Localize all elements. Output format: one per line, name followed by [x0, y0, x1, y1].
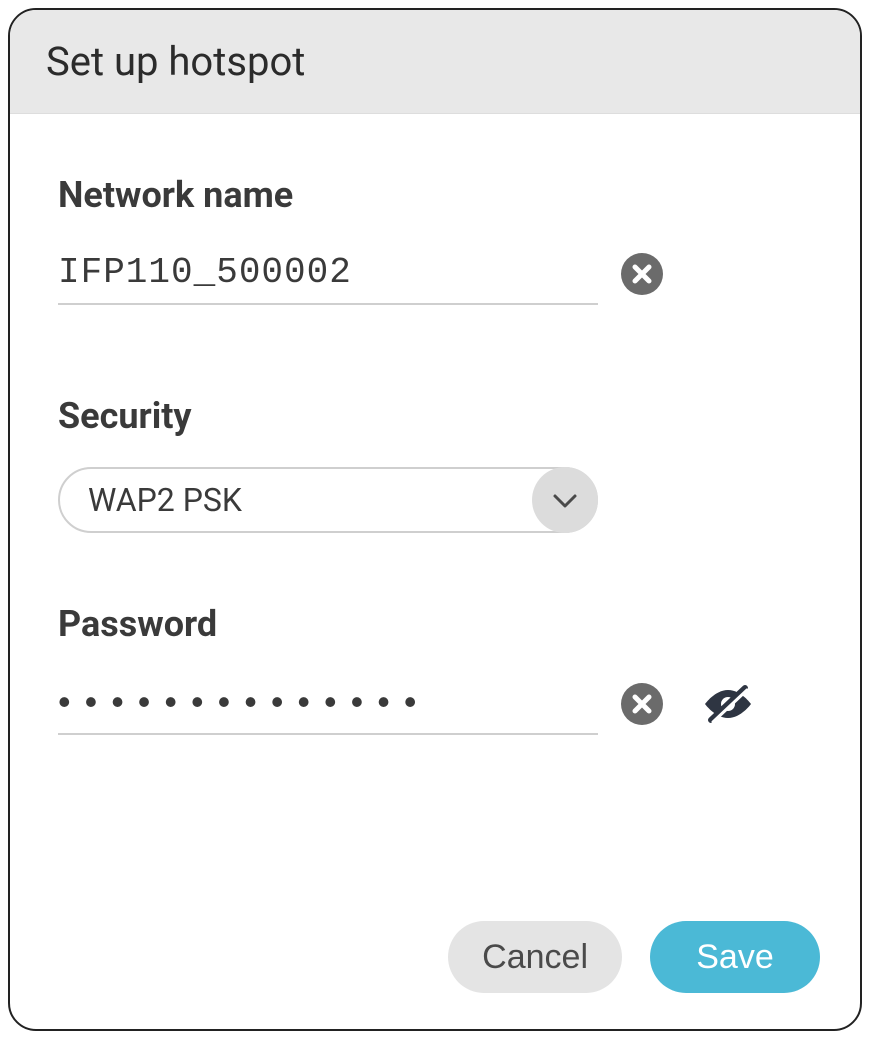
password-row [58, 675, 812, 735]
security-group: Security WAP2 PSK [58, 395, 812, 533]
network-name-group: Network name [58, 174, 812, 305]
eye-off-icon [701, 684, 755, 727]
clear-password-button[interactable] [620, 683, 664, 727]
security-selected-value: WAP2 PSK [88, 481, 242, 519]
close-circle-icon [621, 253, 663, 298]
hotspot-setup-dialog: Set up hotspot Network name Securit [8, 8, 862, 1031]
save-button[interactable]: Save [650, 921, 820, 993]
network-name-label: Network name [58, 174, 812, 216]
clear-network-name-button[interactable] [620, 254, 664, 298]
network-name-row [58, 246, 812, 305]
password-input[interactable] [58, 675, 598, 735]
cancel-button[interactable]: Cancel [448, 921, 622, 993]
dialog-body: Network name Security WAP2 PSK [10, 114, 860, 921]
security-select[interactable]: WAP2 PSK [58, 467, 598, 533]
dialog-title: Set up hotspot [46, 38, 824, 85]
password-group: Password [58, 603, 812, 735]
password-label: Password [58, 603, 812, 645]
chevron-down-icon [532, 467, 598, 533]
toggle-password-visibility-button[interactable] [706, 683, 750, 727]
dialog-header: Set up hotspot [10, 10, 860, 114]
network-name-input[interactable] [58, 246, 598, 305]
close-circle-icon [621, 683, 663, 728]
dialog-footer: Cancel Save [10, 921, 860, 1029]
security-label: Security [58, 395, 812, 437]
